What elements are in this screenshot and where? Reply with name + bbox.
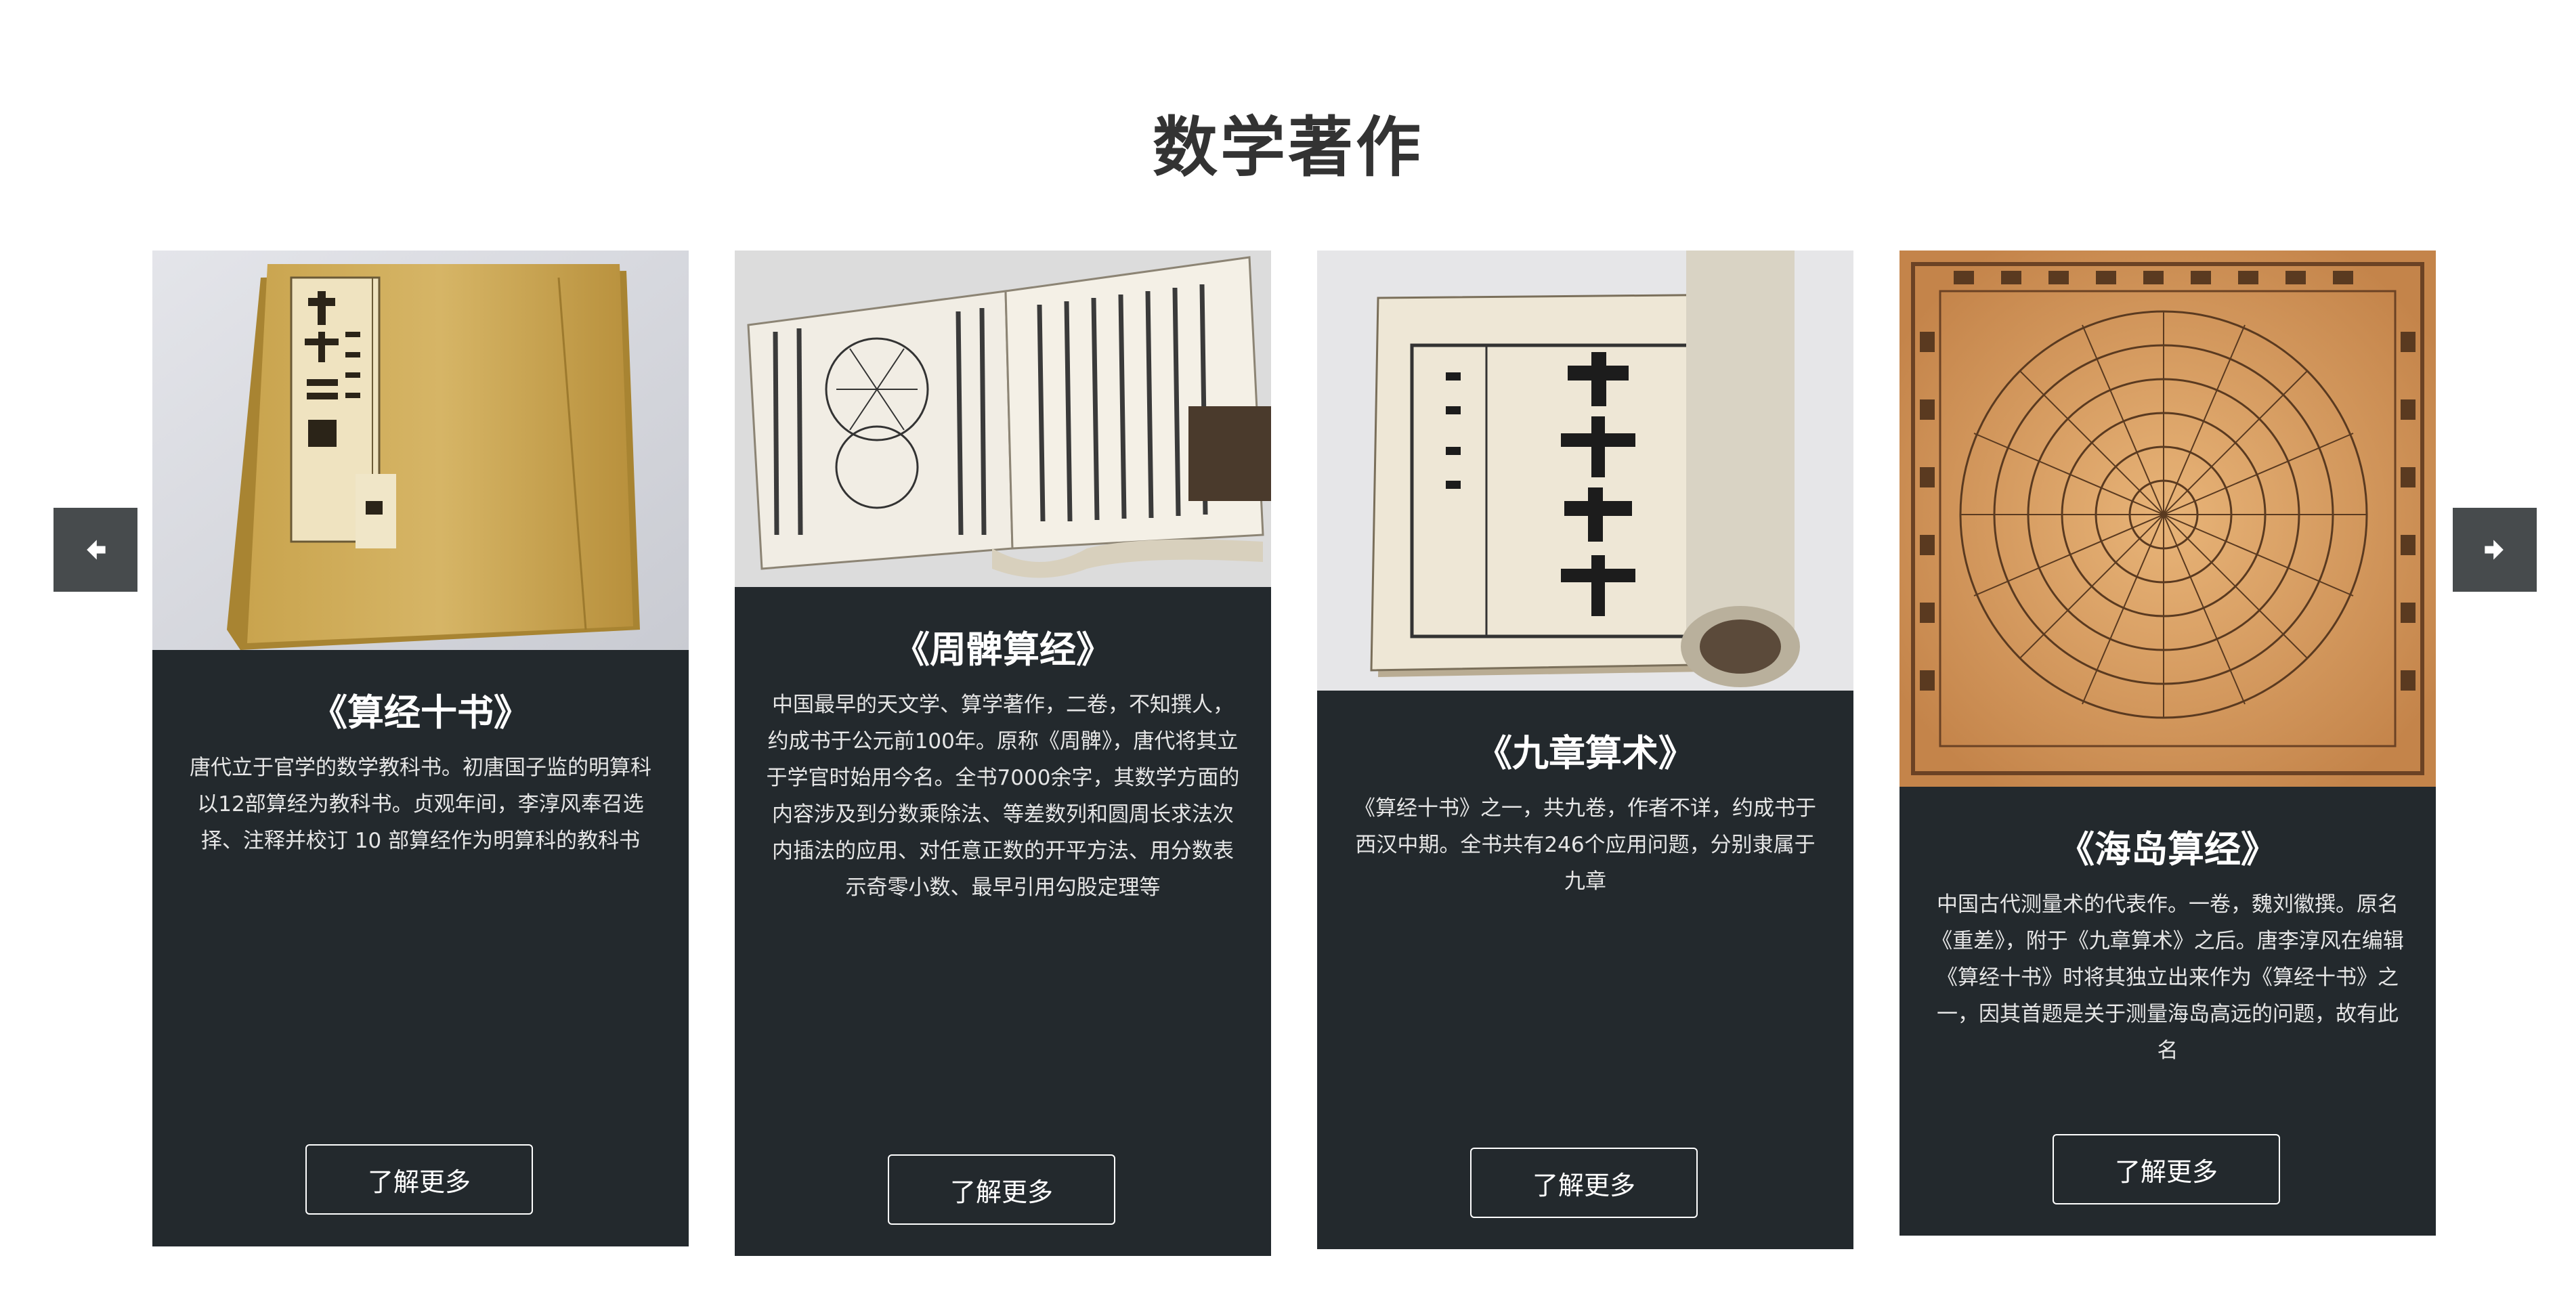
card-suanjing-shishu: 《算经十书》 唐代立于官学的数学教科书。初唐国子监的明算科以12部算经为教科书。… xyxy=(152,251,689,1246)
card-description: 中国古代测量术的代表作。一卷，魏刘徽撰。原名《重差》，附于《九章算术》之后。唐李… xyxy=(1931,892,2404,1063)
card-image xyxy=(1317,251,1853,691)
card-description: 《算经十书》之一，共九卷，作者不详，约成书于西汉中期。全书共有246个应用问题，… xyxy=(1354,796,1816,894)
learn-more-button[interactable]: 了解更多 xyxy=(888,1154,1115,1225)
learn-more-button[interactable]: 了解更多 xyxy=(1470,1148,1698,1218)
card-image xyxy=(1899,251,2436,787)
card-image xyxy=(152,251,689,650)
card-jiuzhang-suanshu: 《九章算术》 《算经十书》之一，共九卷，作者不详，约成书于西汉中期。全书共有24… xyxy=(1317,251,1853,1249)
book-image xyxy=(735,251,1271,587)
next-button[interactable] xyxy=(2453,508,2537,592)
card-haidao-suanjing: 《海岛算经》 中国古代测量术的代表作。一卷，魏刘徽撰。原名《重差》，附于《九章算… xyxy=(1899,251,2436,1236)
card-zhoubi-suanjing: 《周髀算经》 中国最早的天文学、算学著作，二卷，不知撰人，约成书于公元前100年… xyxy=(735,251,1271,1256)
page: 数学著作 《算经十书》 唐代立于官学的数学教科书。初唐国子监的明算科以12部算经… xyxy=(0,0,2576,1304)
arrow-right-icon xyxy=(2485,540,2504,560)
book-image xyxy=(1317,251,1853,691)
section-title: 数学著作 xyxy=(1153,110,1423,186)
learn-more-button[interactable]: 了解更多 xyxy=(2053,1134,2280,1204)
card-title: 《周髀算经》 xyxy=(893,628,1113,671)
card-image xyxy=(735,251,1271,587)
card-title: 《九章算术》 xyxy=(1476,732,1695,775)
card-description: 唐代立于官学的数学教科书。初唐国子监的明算科以12部算经为教科书。贞观年间，李淳… xyxy=(190,756,651,853)
arrow-left-icon xyxy=(87,540,106,560)
card-title: 《海岛算经》 xyxy=(2058,828,2277,871)
card-title: 《算经十书》 xyxy=(311,691,530,734)
map-image xyxy=(1899,251,2436,787)
learn-more-button[interactable]: 了解更多 xyxy=(305,1144,533,1215)
card-description: 中国最早的天文学、算学著作，二卷，不知撰人，约成书于公元前100年。原称《周髀》… xyxy=(766,693,1240,900)
book-image xyxy=(152,251,689,650)
prev-button[interactable] xyxy=(53,508,137,592)
